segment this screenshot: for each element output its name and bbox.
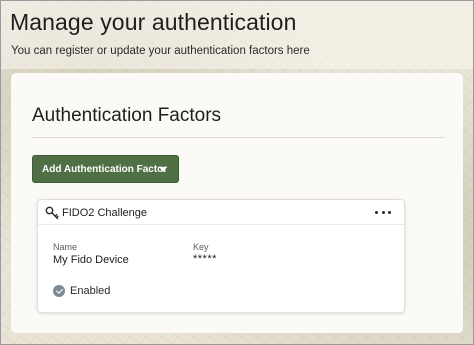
factor-card: FIDO2 Challenge Name My Fido Device Key … [37, 199, 405, 313]
status-text: Enabled [70, 285, 111, 297]
authentication-factors-panel: Authentication Factors Add Authenticatio… [11, 73, 463, 333]
key-icon [45, 206, 59, 220]
page-header: Manage your authentication You can regis… [1, 1, 473, 69]
check-circle-icon [53, 285, 65, 297]
factor-title: FIDO2 Challenge [62, 207, 147, 219]
key-value: ***** [193, 253, 217, 265]
page-title: Manage your authentication [10, 9, 297, 35]
name-value: My Fido Device [53, 254, 129, 266]
page-subtitle: You can register or update your authenti… [11, 45, 310, 57]
add-button-label: Add Authentication Factor [42, 163, 168, 175]
more-options-icon[interactable] [375, 205, 391, 219]
status-badge: Enabled [53, 284, 110, 298]
card-header-divider [38, 224, 404, 225]
caret-down-icon [159, 167, 167, 172]
panel-title: Authentication Factors [32, 105, 222, 126]
add-authentication-factor-button[interactable]: Add Authentication Factor [32, 155, 179, 183]
panel-divider [32, 137, 445, 138]
name-label: Name [53, 242, 78, 252]
